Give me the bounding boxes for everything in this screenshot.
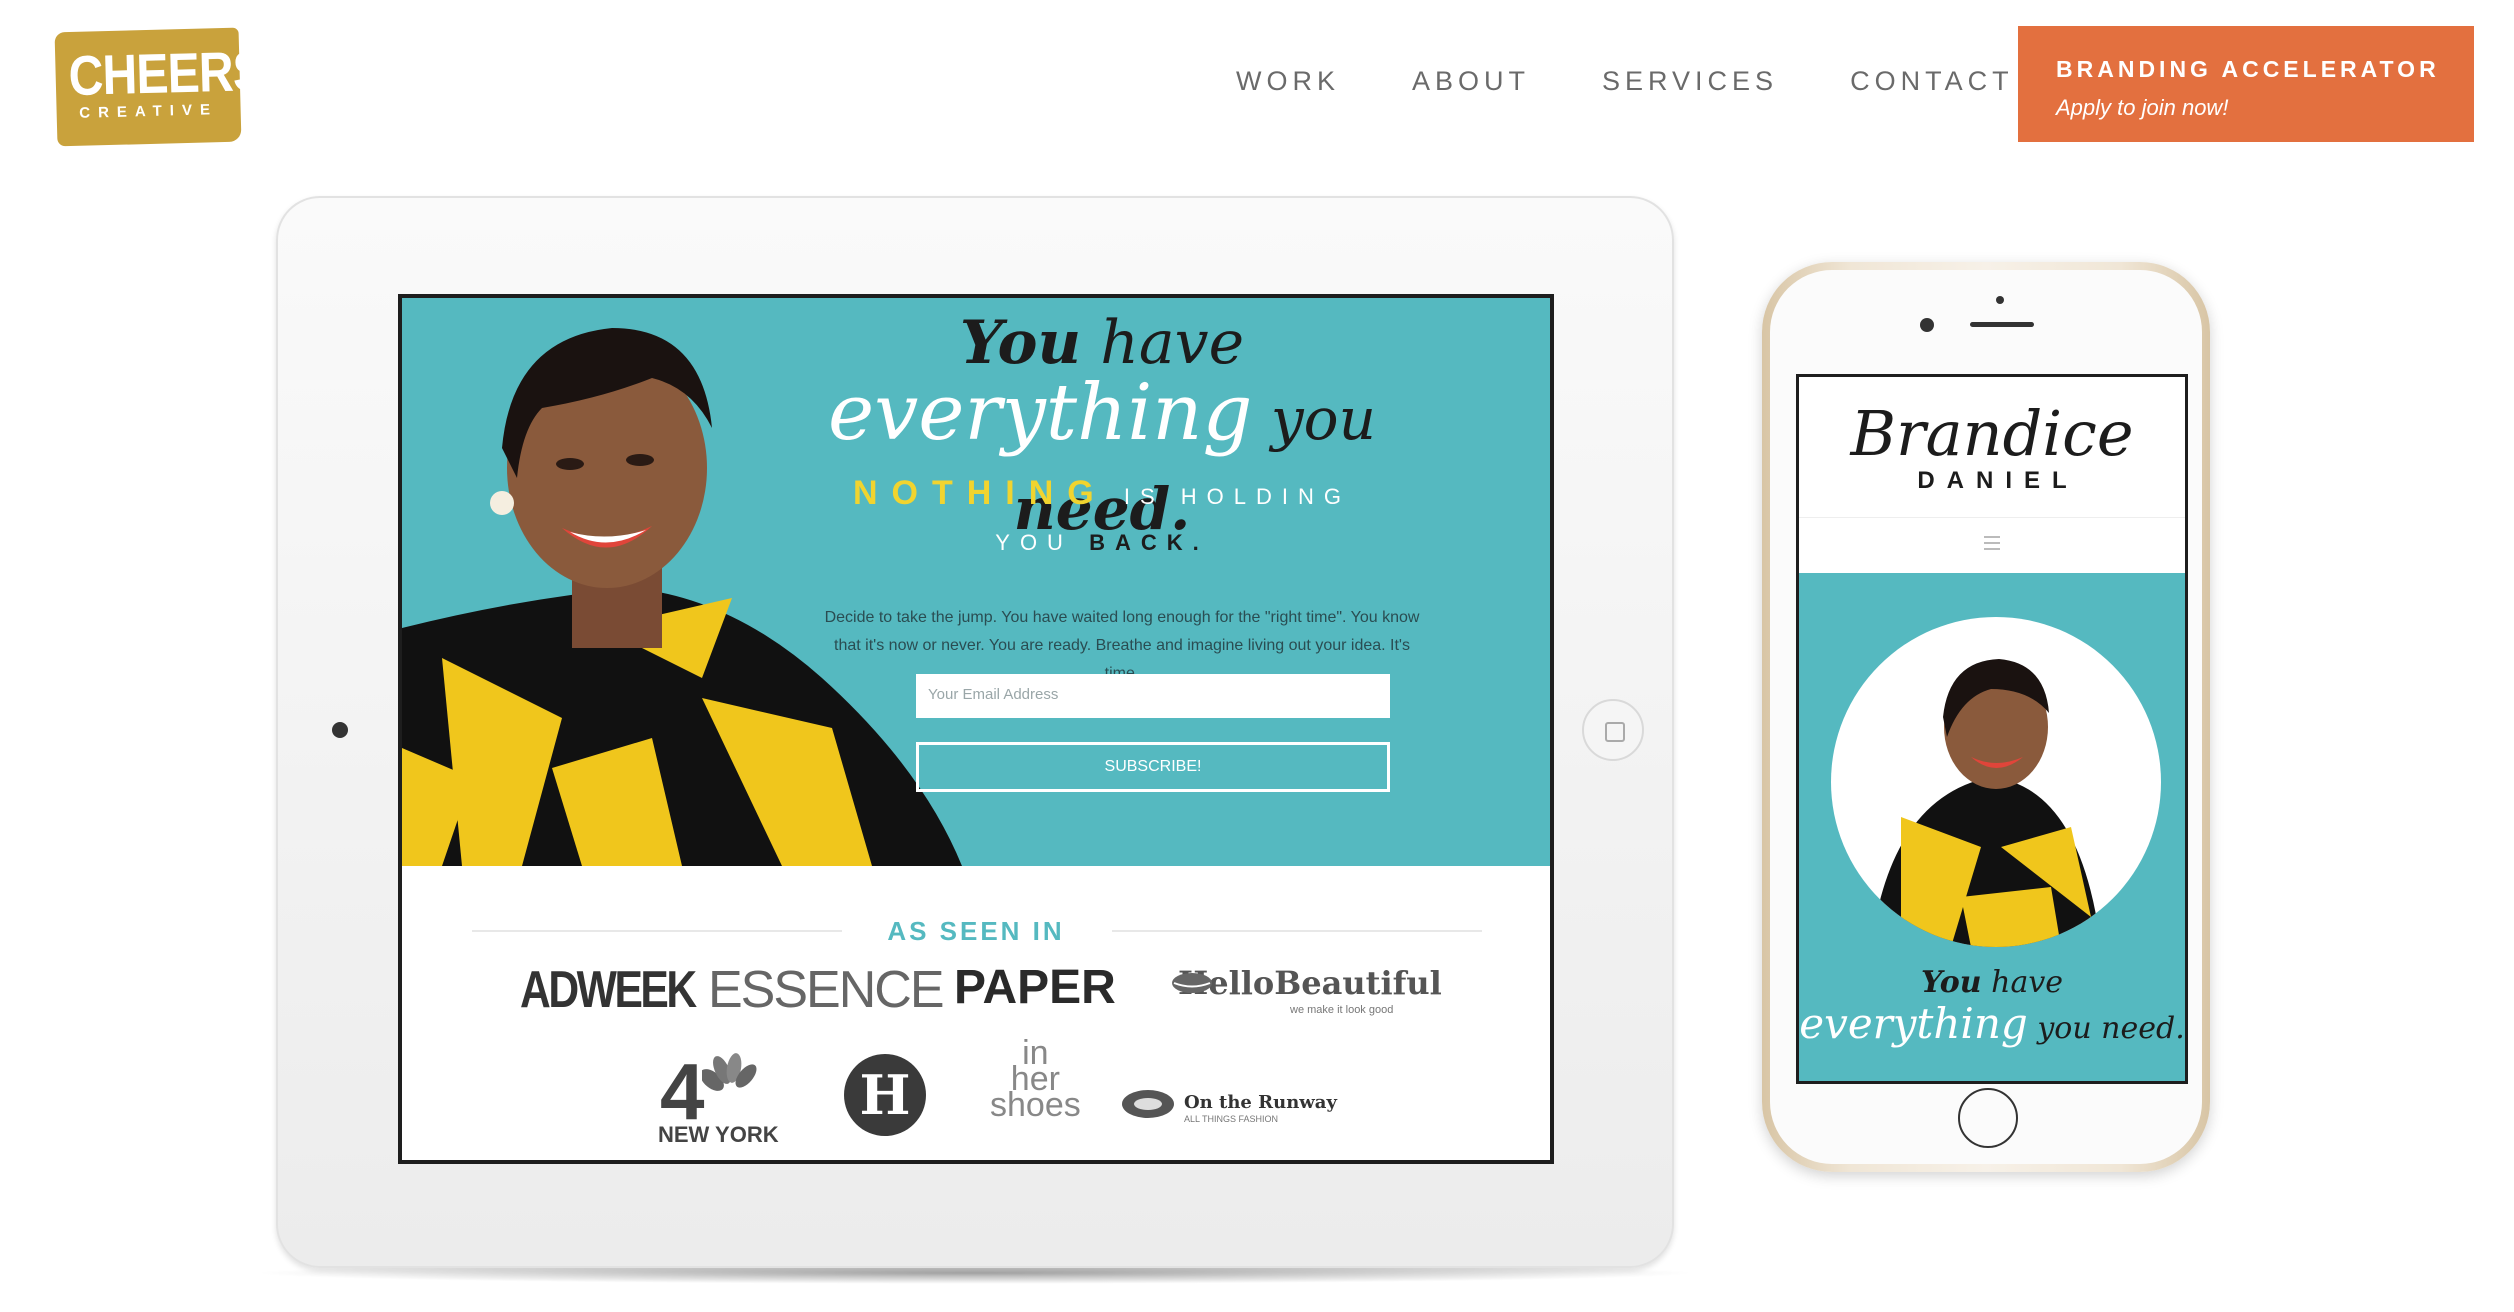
phone-home-button [1958, 1088, 2018, 1148]
hellobeautiful-logo: HelloBeautiful [1178, 964, 1442, 1002]
phone-site-subtitle: DANIEL [1917, 467, 2079, 494]
peacock-icon [702, 1053, 757, 1091]
lips-icon [1172, 973, 1212, 993]
cta-subtitle: Apply to join now! [2056, 95, 2229, 120]
hellobeautiful-text: HelloBeautiful [1178, 964, 1442, 1002]
phone-hero: You have everything you need. [1799, 573, 2185, 1081]
nav-services[interactable]: SERVICES [1602, 66, 1778, 97]
nav-work[interactable]: WORK [1236, 66, 1340, 97]
main-nav: WORK ABOUT SERVICES CONTACT [1236, 66, 2086, 97]
phone-site-title: Brandice [1850, 397, 2134, 470]
phone-sensor [1996, 296, 2004, 304]
nav-contact[interactable]: CONTACT [1850, 66, 2014, 97]
page: CHEERS CREATIVE WORK ABOUT SERVICES CONT… [0, 0, 2514, 1312]
paper-logo: PAPER [954, 961, 1116, 1014]
essence-logo: ESSENCE [708, 961, 945, 1019]
hero-section: You have everything you need. NOTHING IS… [402, 298, 1550, 866]
tablet-camera [332, 722, 348, 738]
phone-mockup: Brandice DANIEL You have everything you … [1762, 262, 2210, 1172]
branding-accelerator-button[interactable]: BRANDING ACCELERATOR Apply to join now! [2018, 26, 2474, 142]
hero-headline-4: YOU BACK. [995, 530, 1209, 555]
cta-title: BRANDING ACCELERATOR [2056, 56, 2440, 82]
phone-headline-1: You have [1920, 965, 2064, 1000]
nbc-new-york-text: NEW YORK [658, 1122, 779, 1147]
hero-headline-2: everything you need. [828, 368, 1376, 543]
runway-tagline: ALL THINGS FASHION [1184, 1114, 1279, 1124]
phone-menu[interactable] [1799, 517, 2185, 573]
phone-camera [1920, 318, 1934, 332]
runway-icon [1122, 1090, 1174, 1118]
phone-screen: Brandice DANIEL You have everything you … [1796, 374, 2188, 1084]
in-her-shoes-logo: in her shoes [990, 1034, 1081, 1124]
tablet-screen: You have everything you need. NOTHING IS… [398, 294, 1554, 1164]
hero-headline-3: NOTHING IS HOLDING [852, 474, 1352, 512]
on-the-runway-logo: On the Runway [1184, 1092, 1337, 1113]
phone-portrait [1831, 617, 2161, 947]
nav-about[interactable]: ABOUT [1412, 66, 1530, 97]
cheers-creative-logo[interactable]: CHEERS CREATIVE [54, 27, 265, 147]
as-seen-in-heading: AS SEEN IN [887, 916, 1065, 946]
adweek-logo: ADWEEK [520, 961, 697, 1019]
phone-portrait-image [1871, 659, 2101, 947]
logo-main-text: CHEERS [67, 38, 265, 108]
phone-headline-2: everything you need. [1799, 999, 2185, 1048]
phone-body: Brandice DANIEL You have everything you … [1770, 270, 2202, 1164]
phone-speaker [1970, 322, 2034, 327]
hellobeautiful-tagline: we make it look good [1290, 1004, 1394, 1016]
email-input[interactable]: Your Email Address [916, 674, 1390, 718]
hamburger-icon[interactable] [1984, 536, 2000, 550]
subscribe-button[interactable]: SUBSCRIBE! [916, 742, 1390, 792]
tablet-home-button [1582, 699, 1644, 761]
tablet-mockup: You have everything you need. NOTHING IS… [276, 196, 1674, 1268]
h-circle-logo: H [844, 1054, 926, 1136]
